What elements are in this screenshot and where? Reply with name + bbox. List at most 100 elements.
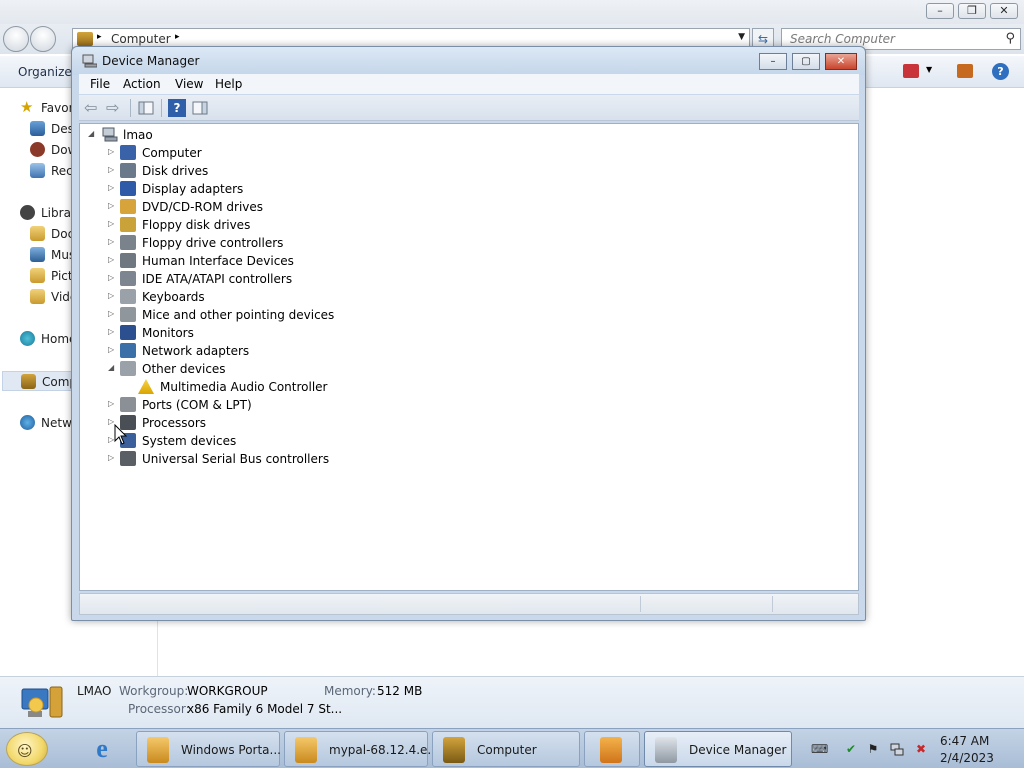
expand-arrow-icon[interactable]: ▷ [108, 327, 118, 336]
search-input[interactable]: Search Computer [790, 32, 895, 46]
floppy-disk-icon [120, 217, 136, 232]
expand-arrow-icon[interactable]: ▷ [108, 345, 118, 354]
clock-date[interactable]: 2/4/2023 [940, 751, 994, 765]
view-dropdown-icon[interactable]: ▼ [926, 65, 932, 74]
taskbar-button-computer[interactable]: Computer [432, 731, 580, 767]
status-segment [772, 596, 858, 612]
tree-category-label: Ports (COM & LPT) [142, 398, 252, 412]
downloads-icon [30, 142, 45, 157]
ide-controller-icon [120, 271, 136, 286]
search-icon[interactable]: ⚲ [1005, 31, 1015, 46]
expand-arrow-icon[interactable]: ▷ [108, 219, 118, 228]
preview-pane-icon[interactable] [957, 64, 973, 78]
device-manager-toolbar: ⇦ ⇨ ? [79, 95, 859, 121]
start-button[interactable]: ☺ [6, 732, 48, 766]
show-hide-console-tree-icon[interactable] [137, 99, 155, 117]
forward-arrow-icon[interactable]: ⇨ [106, 99, 124, 117]
expand-arrow-icon[interactable]: ▷ [108, 453, 118, 462]
change-view-icon[interactable] [903, 64, 919, 78]
explorer-minimize-button[interactable]: – [926, 3, 954, 19]
expand-arrow-icon[interactable]: ▷ [108, 273, 118, 282]
close-button[interactable]: ✕ [825, 53, 857, 70]
network-icon [20, 415, 35, 430]
computer-name: LMAO [77, 684, 112, 698]
keyboard-icon[interactable]: ⌨ [811, 742, 828, 756]
expand-arrow-icon[interactable]: ▷ [108, 399, 118, 408]
videos-icon [30, 289, 45, 304]
menu-help[interactable]: Help [215, 77, 242, 91]
tree-category-label: DVD/CD-ROM drives [142, 200, 264, 214]
forward-button[interactable] [30, 26, 56, 52]
disk-drive-icon [120, 163, 136, 178]
explorer-close-button[interactable]: ✕ [990, 3, 1018, 19]
security-icon[interactable]: ✔ [844, 742, 858, 756]
processor-label: Processor: [128, 702, 190, 716]
workgroup-label: Workgroup: [119, 684, 189, 698]
mouse-cursor-icon [114, 424, 128, 445]
hid-icon [120, 253, 136, 268]
nav-recent-label: Rec [51, 164, 73, 178]
breadcrumb-computer[interactable]: Computer [111, 32, 171, 46]
menu-file[interactable]: File [90, 77, 110, 91]
expand-arrow-icon[interactable]: ▷ [108, 201, 118, 210]
taskbar-button-mypal-68-12-4-e[interactable]: mypal-68.12.4.e... [284, 731, 439, 767]
portable-app-icon [147, 737, 169, 763]
expand-arrow-icon[interactable]: ▷ [108, 147, 118, 156]
help-icon[interactable]: ? [992, 63, 1009, 80]
help-icon[interactable]: ? [168, 99, 186, 117]
taskbar-button-label: mypal-68.12.4.e... [329, 743, 439, 757]
tree-category-label: Floppy disk drives [142, 218, 251, 232]
start-face-icon: ☺ [17, 742, 33, 760]
warning-device-icon [138, 379, 154, 394]
explorer-maximize-button[interactable]: ❐ [958, 3, 986, 19]
network-adapter-icon [120, 343, 136, 358]
tree-root-label: lmao [123, 128, 153, 142]
clock-time[interactable]: 6:47 AM [940, 734, 989, 748]
menu-action[interactable]: Action [123, 77, 161, 91]
memory-value: 512 MB [377, 684, 423, 698]
menu-view[interactable]: View [175, 77, 203, 91]
recent-places-icon [30, 163, 45, 178]
expand-arrow-icon[interactable]: ▷ [108, 165, 118, 174]
expand-arrow-icon[interactable]: ▷ [108, 309, 118, 318]
taskbar-button-media-player[interactable] [584, 731, 640, 767]
volume-muted-icon[interactable]: ✖ [914, 742, 928, 756]
action-center-flag-icon[interactable]: ⚑ [866, 742, 880, 756]
memory-label: Memory: [324, 684, 376, 698]
breadcrumb-separator-icon[interactable]: ▸ [97, 32, 102, 42]
taskbar-button-windows-porta[interactable]: Windows Porta... [136, 731, 281, 767]
device-manager-titlebar[interactable]: Device Manager – ▢ ✕ [72, 47, 865, 75]
expand-arrow-icon[interactable]: ▷ [108, 237, 118, 246]
expand-arrow-icon[interactable]: ▷ [108, 183, 118, 192]
organize-menu[interactable]: Organize [18, 65, 72, 79]
libraries-icon [20, 205, 35, 220]
tree-category-label: Human Interface Devices [142, 254, 294, 268]
expand-arrow-icon[interactable]: ▷ [108, 291, 118, 300]
network-status-icon[interactable] [890, 742, 904, 756]
device-manager-icon [655, 737, 677, 763]
maximize-button[interactable]: ▢ [792, 53, 820, 70]
desktop-icon [30, 121, 45, 136]
collapse-arrow-icon[interactable]: ◢ [108, 363, 118, 372]
collapse-arrow-icon[interactable]: ◢ [88, 129, 98, 138]
window-title: Device Manager [102, 54, 200, 68]
explorer-titlebar: – ❐ ✕ [0, 0, 1024, 24]
internet-explorer-icon[interactable]: e [86, 733, 118, 765]
tree-category-label: Display adapters [142, 182, 244, 196]
properties-pane-icon[interactable] [191, 99, 209, 117]
status-bar [79, 593, 859, 615]
tree-category-label: Other devices [142, 362, 226, 376]
back-button[interactable] [3, 26, 29, 52]
back-arrow-icon[interactable]: ⇦ [84, 99, 102, 117]
taskbar-button-device-manager[interactable]: Device Manager [644, 731, 792, 767]
documents-icon [30, 226, 45, 241]
status-segment [640, 596, 772, 612]
tree-category-label: Network adapters [142, 344, 250, 358]
breadcrumb-arrow-icon[interactable]: ▸ [175, 32, 180, 42]
computer-icon [102, 127, 118, 142]
menu-bar: File Action View Help [79, 74, 859, 94]
expand-arrow-icon[interactable]: ▷ [108, 255, 118, 264]
tree-device-label: Multimedia Audio Controller [160, 380, 328, 394]
minimize-button[interactable]: – [759, 53, 787, 70]
address-dropdown-icon[interactable]: ▼ [738, 32, 745, 42]
